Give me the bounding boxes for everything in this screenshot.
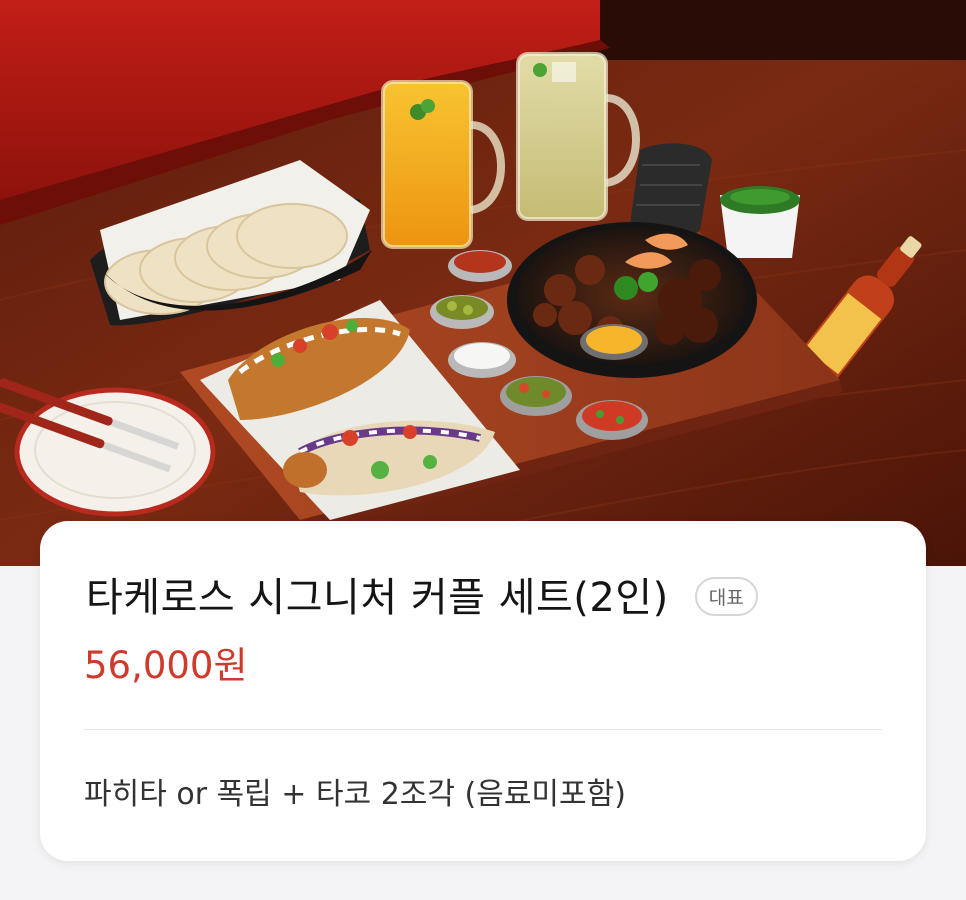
menu-card[interactable]: 타케로스 시그니처 커플 세트(2인) 대표 56,000원 파히타 or 폭립…: [40, 521, 926, 861]
menu-description: 파히타 or 폭립 + 타코 2조각 (음료미포함): [84, 777, 626, 812]
skillet: [507, 222, 757, 378]
food-photo-illustration: [0, 0, 966, 566]
cilantro-cup: [720, 186, 800, 258]
menu-title: 타케로스 시그니처 커플 세트(2인): [86, 575, 669, 621]
title-row: 타케로스 시그니처 커플 세트(2인) 대표: [86, 565, 758, 623]
menu-photo[interactable]: [0, 0, 966, 566]
representative-badge: 대표: [694, 576, 758, 616]
divider: [84, 729, 882, 730]
menu-price: 56,000원: [84, 644, 248, 687]
